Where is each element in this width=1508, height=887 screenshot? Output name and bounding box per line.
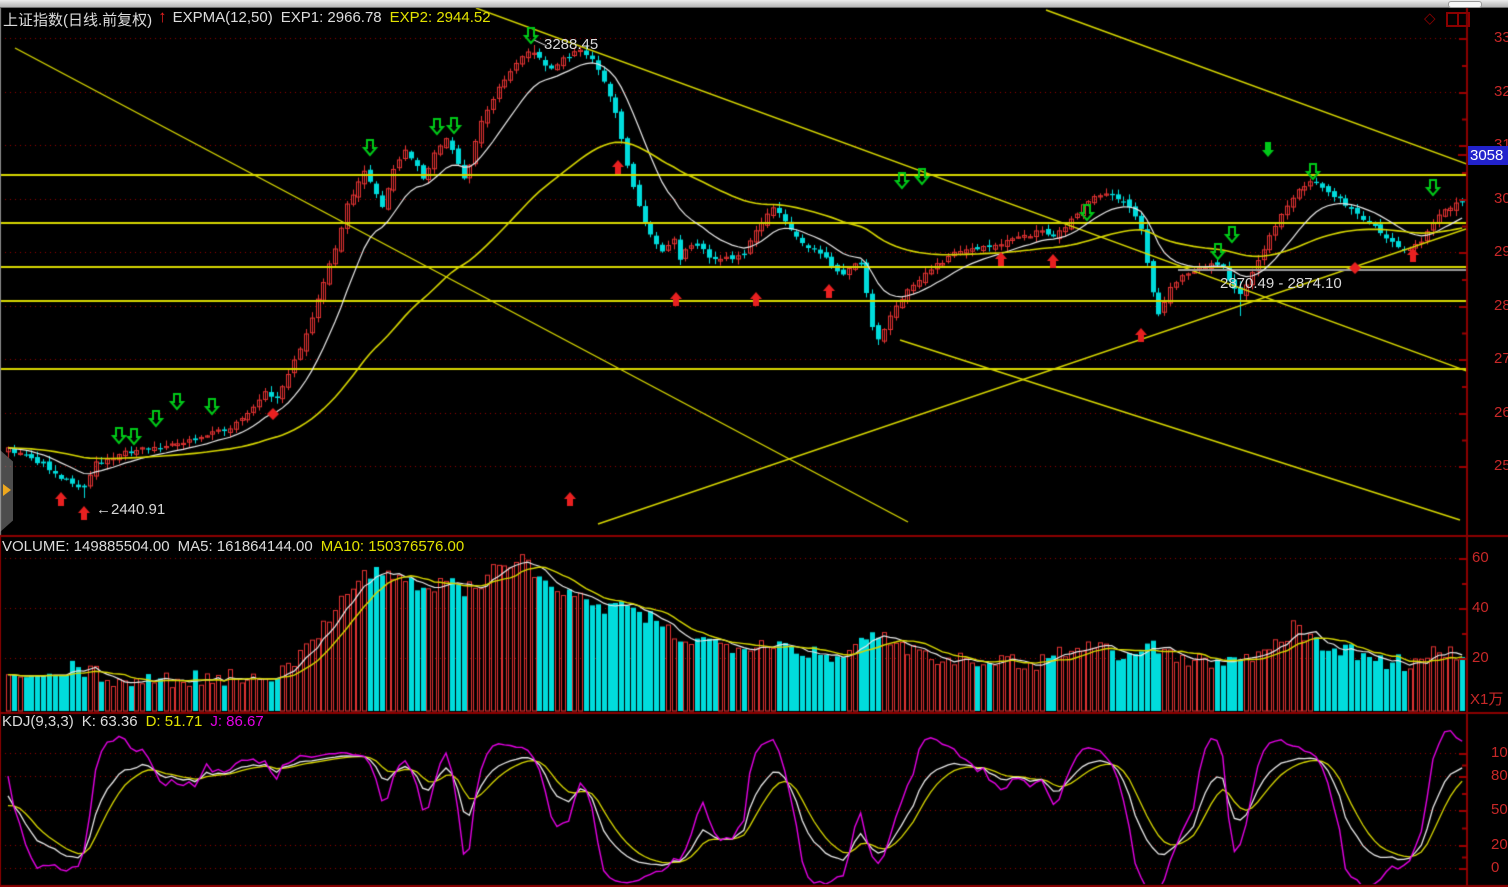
price-axis-label: 2600 bbox=[1494, 404, 1508, 421]
kdj-axis-label: 50 bbox=[1491, 801, 1508, 818]
price-axis-label: 2700 bbox=[1494, 350, 1508, 367]
sidebar-expander-button[interactable] bbox=[0, 450, 13, 532]
kdj-name[interactable]: KDJ(9,3,3) bbox=[2, 713, 74, 730]
app-window: 上证指数(日线.前复权) ↑ EXPMA(12,50) EXP1: 2966.7… bbox=[0, 0, 1508, 887]
kdj-axis-label: 0 bbox=[1491, 859, 1499, 876]
up-arrow-icon: ↑ bbox=[158, 9, 167, 30]
price-axis-label: 2500 bbox=[1494, 457, 1508, 474]
windows-icon[interactable] bbox=[1446, 9, 1472, 34]
last-price-badge: 3058 bbox=[1468, 146, 1508, 165]
kdj-j-value: J: 86.67 bbox=[210, 713, 263, 730]
gap-annotation: 2870.49 - 2874.10 bbox=[1220, 275, 1342, 292]
volume-axis-label: 60 bbox=[1472, 549, 1489, 566]
chart-canvas[interactable] bbox=[0, 0, 1508, 887]
price-axis-label: 2900 bbox=[1494, 243, 1508, 260]
exp2-value: EXP2: 2944.52 bbox=[390, 9, 491, 30]
kdj-axis-label: 80 bbox=[1491, 767, 1508, 784]
diamond-icon[interactable]: ◇ bbox=[1424, 9, 1436, 27]
volume-axis-label: 40 bbox=[1472, 599, 1489, 616]
price-axis-label: 2800 bbox=[1494, 297, 1508, 314]
peak-annotation: 3288.45 bbox=[544, 36, 598, 53]
symbol-title[interactable]: 上证指数(日线.前复权) bbox=[3, 9, 152, 30]
volume-axis-label: 20 bbox=[1472, 649, 1489, 666]
low-annotation: ←2440.91 bbox=[96, 501, 165, 518]
volume-value[interactable]: VOLUME: 149885504.00 bbox=[2, 538, 170, 555]
expand-arrow-icon bbox=[3, 484, 11, 496]
main-chart-header: 上证指数(日线.前复权) ↑ EXPMA(12,50) EXP1: 2966.7… bbox=[3, 9, 491, 30]
kdj-axis-label: 100 bbox=[1491, 744, 1508, 761]
window-titlebar[interactable] bbox=[0, 0, 1508, 8]
price-axis-label: 3200 bbox=[1494, 83, 1508, 100]
indicator-name[interactable]: EXPMA(12,50) bbox=[173, 9, 273, 30]
kdj-header: KDJ(9,3,3) K: 63.36 D: 51.71 J: 86.67 bbox=[2, 713, 264, 730]
kdj-axis-label: 20 bbox=[1491, 836, 1508, 853]
volume-header: VOLUME: 149885504.00 MA5: 161864144.00 M… bbox=[2, 538, 464, 555]
titlebar-button[interactable] bbox=[1448, 1, 1482, 8]
price-axis-label: 3000 bbox=[1494, 190, 1508, 207]
exp1-value: EXP1: 2966.78 bbox=[281, 9, 382, 30]
volume-ma5-value: MA5: 161864144.00 bbox=[178, 538, 313, 555]
price-axis-label: 3300 bbox=[1494, 29, 1508, 46]
kdj-d-value: D: 51.71 bbox=[146, 713, 203, 730]
volume-ma10-value: MA10: 150376576.00 bbox=[321, 538, 464, 555]
kdj-k-value: K: 63.36 bbox=[82, 713, 138, 730]
volume-unit-label: X1万 bbox=[1470, 688, 1503, 709]
